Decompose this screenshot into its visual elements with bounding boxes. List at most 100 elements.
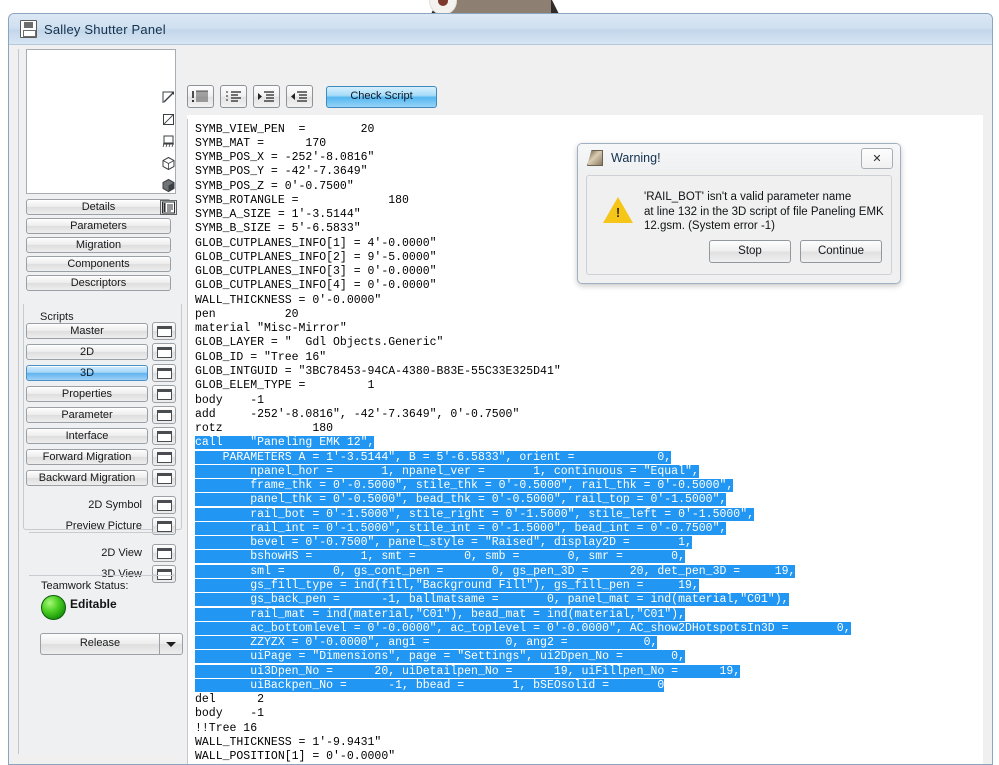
warning-triangle-icon [603,197,633,223]
salley-shutter-panel-window: Salley Shutter Panel Details Parameters … [8,13,993,765]
open-window-icon-properties[interactable] [152,385,176,403]
warning-dialog-titlebar[interactable]: Warning! [578,144,900,172]
code-line: uiBackpen_No = -1, bbead = 1, bSEOsolid … [195,678,665,692]
window-titlebar[interactable]: Salley Shutter Panel [9,14,992,45]
release-button[interactable]: Release [40,633,159,655]
open-window-icon-3d[interactable] [152,364,176,382]
label-2d-view: 2D View [101,547,142,559]
code-line: GLOB_ID = "Tree 16" [195,350,327,364]
sidebar-item-descriptors[interactable]: Descriptors [26,275,171,291]
sidebar-item-parameters[interactable]: Parameters [26,218,171,234]
warning-dialog-buttons: Stop Continue [709,240,882,263]
script-row-backward-migration: Backward Migration [26,469,184,487]
plan-symbol-icon[interactable] [161,134,176,149]
row-2d-view: 2D View [26,544,184,562]
label-2d-symbol: 2D Symbol [88,499,142,511]
script-row-master: Master [26,322,184,340]
stop-button[interactable]: Stop [709,240,791,263]
sidebar-item-details[interactable]: Details [26,199,171,215]
indent-left-icon[interactable] [286,85,313,108]
indent-right-icon[interactable] [253,85,280,108]
script-row-parameter: Parameter [26,406,184,424]
warning-message-line-3: 12.gsm. (System error -1) [644,220,775,232]
code-line: PARAMETERS A = 1'-3.5144", B = 5'-6.5833… [195,450,672,464]
code-line: bshowHS = 1, smt = 0, smb = 0, smr = 0, [195,550,685,564]
sidebar-item-interface[interactable]: Interface [26,428,148,444]
3d-wireframe-icon[interactable] [161,156,176,171]
release-control-group: Release [40,633,183,655]
window-title: Salley Shutter Panel [44,21,166,37]
warning-dialog: Warning! ✕ 'RAIL_BOT' isn't a valid para… [577,143,901,284]
sidebar-item-forward-migration[interactable]: Forward Migration [26,449,148,465]
check-syntax-icon[interactable] [187,85,214,108]
background-photo [431,0,559,14]
code-line: rail_bot = 0'-1.5000", stile_right = 0'-… [195,507,754,521]
code-line: ac_bottomlevel = 0'-0.0000", ac_toplevel… [195,621,851,635]
open-window-icon-master[interactable] [152,322,176,340]
code-line: uiPage = "Dimensions", page = "Settings"… [195,650,685,664]
code-line: del 2 [195,693,265,707]
sidebar-item-master[interactable]: Master [26,323,148,339]
script-list-icon[interactable] [160,200,177,215]
code-line: WALL_POSITION[1] = 0'-0.0000" [195,750,396,764]
code-line: body -1 [195,707,265,721]
code-line: ZZYZX = 0'-0.0000", ang1 = 0, ang2 = 0, [195,636,658,650]
code-line: WALL_THICKNESS = 1'-9.9431" [195,735,382,749]
sidebar-item-parameter[interactable]: Parameter [26,407,148,423]
open-window-icon-backward-migration[interactable] [152,469,176,487]
sidebar-item-properties[interactable]: Properties [26,386,148,402]
teamwork-status-label: Teamwork Status: [41,580,129,592]
script-row-2d: 2D [26,343,184,361]
script-row-forward-migration: Forward Migration [26,448,184,466]
code-line: bevel = 0'-0.7500", panel_style = "Raise… [195,536,692,550]
code-line: gs_back_pen = -1, ballmatsame = 0, panel… [195,593,789,607]
sidebar-item-3d[interactable]: 3D [26,365,148,381]
warning-app-icon [587,150,603,166]
3d-solid-icon[interactable] [161,178,176,193]
open-window-icon-2d[interactable] [152,343,176,361]
open-window-icon-parameter[interactable] [152,406,176,424]
code-line: WALL_THICKNESS = 0'-0.0000" [195,293,382,307]
code-line: material "Misc-Mirror" [195,322,347,336]
open-window-icon-forward-migration[interactable] [152,448,176,466]
sidebar-item-components[interactable]: Components [26,256,171,272]
code-line: rail_int = 0'-1.5000", stile_int = 0'-1.… [195,521,727,535]
object-settings-icon [20,20,37,38]
check-script-button[interactable]: Check Script [326,85,437,108]
polyline-tool-icon[interactable] [161,90,176,105]
script-row-interface: Interface [26,427,184,445]
sidebar-item-2d[interactable]: 2D [26,344,148,360]
line-numbers-icon[interactable] [220,85,247,108]
code-line: rail_mat = ind(material,"C01"), bead_mat… [195,607,685,621]
close-icon[interactable]: ✕ [861,148,893,169]
vertical-tool-strip [154,83,183,215]
status-indicator-dot [41,595,66,620]
open-window-icon-2d-symbol[interactable] [152,496,176,514]
divider-teamwork [29,575,174,576]
code-line: gs_fill_type = ind(fill,"Background Fill… [195,579,699,592]
code-line: !!Tree 16 [195,721,258,735]
code-line: frame_thk = 0'-0.5000", stile_thk = 0'-0… [195,479,734,493]
sidebar-item-backward-migration[interactable]: Backward Migration [26,470,148,486]
code-line: sml = 0, gs_cont_pen = 0, gs_pen_3D = 20… [195,564,796,578]
script-row-properties: Properties [26,385,184,403]
open-window-icon-3d-view[interactable] [152,565,176,583]
window-body: Details Parameters Migration Components … [9,45,992,764]
continue-button[interactable]: Continue [800,240,882,263]
code-line: ui3Dpen_No = 20, uiDetailpen_No = 19, ui… [195,664,741,678]
code-line: rotz 180 [195,422,334,436]
open-window-icon-interface[interactable] [152,427,176,445]
sidebar-item-migration[interactable]: Migration [26,237,171,253]
warning-dialog-title: Warning! [611,151,661,165]
row-2d-symbol: 2D Symbol [26,496,184,514]
checkbox-tool-icon[interactable] [161,112,176,127]
script-toolbar: Check Script [187,85,437,108]
code-line: GLOB_INTGUID = "3BC78453-94CA-4380-B83E-… [195,365,561,379]
code-line: panel_thk = 0'-0.5000", bead_thk = 0'-0.… [195,493,727,507]
status-badge: Editable [70,597,117,611]
code-line: GLOB_ELEM_TYPE = 1 [195,379,375,393]
open-window-icon-2d-view[interactable] [152,544,176,562]
warning-message: 'RAIL_BOT' isn't a valid parameter name … [644,190,885,234]
code-line: pen 20 [195,307,299,321]
chevron-down-icon[interactable] [159,633,183,655]
